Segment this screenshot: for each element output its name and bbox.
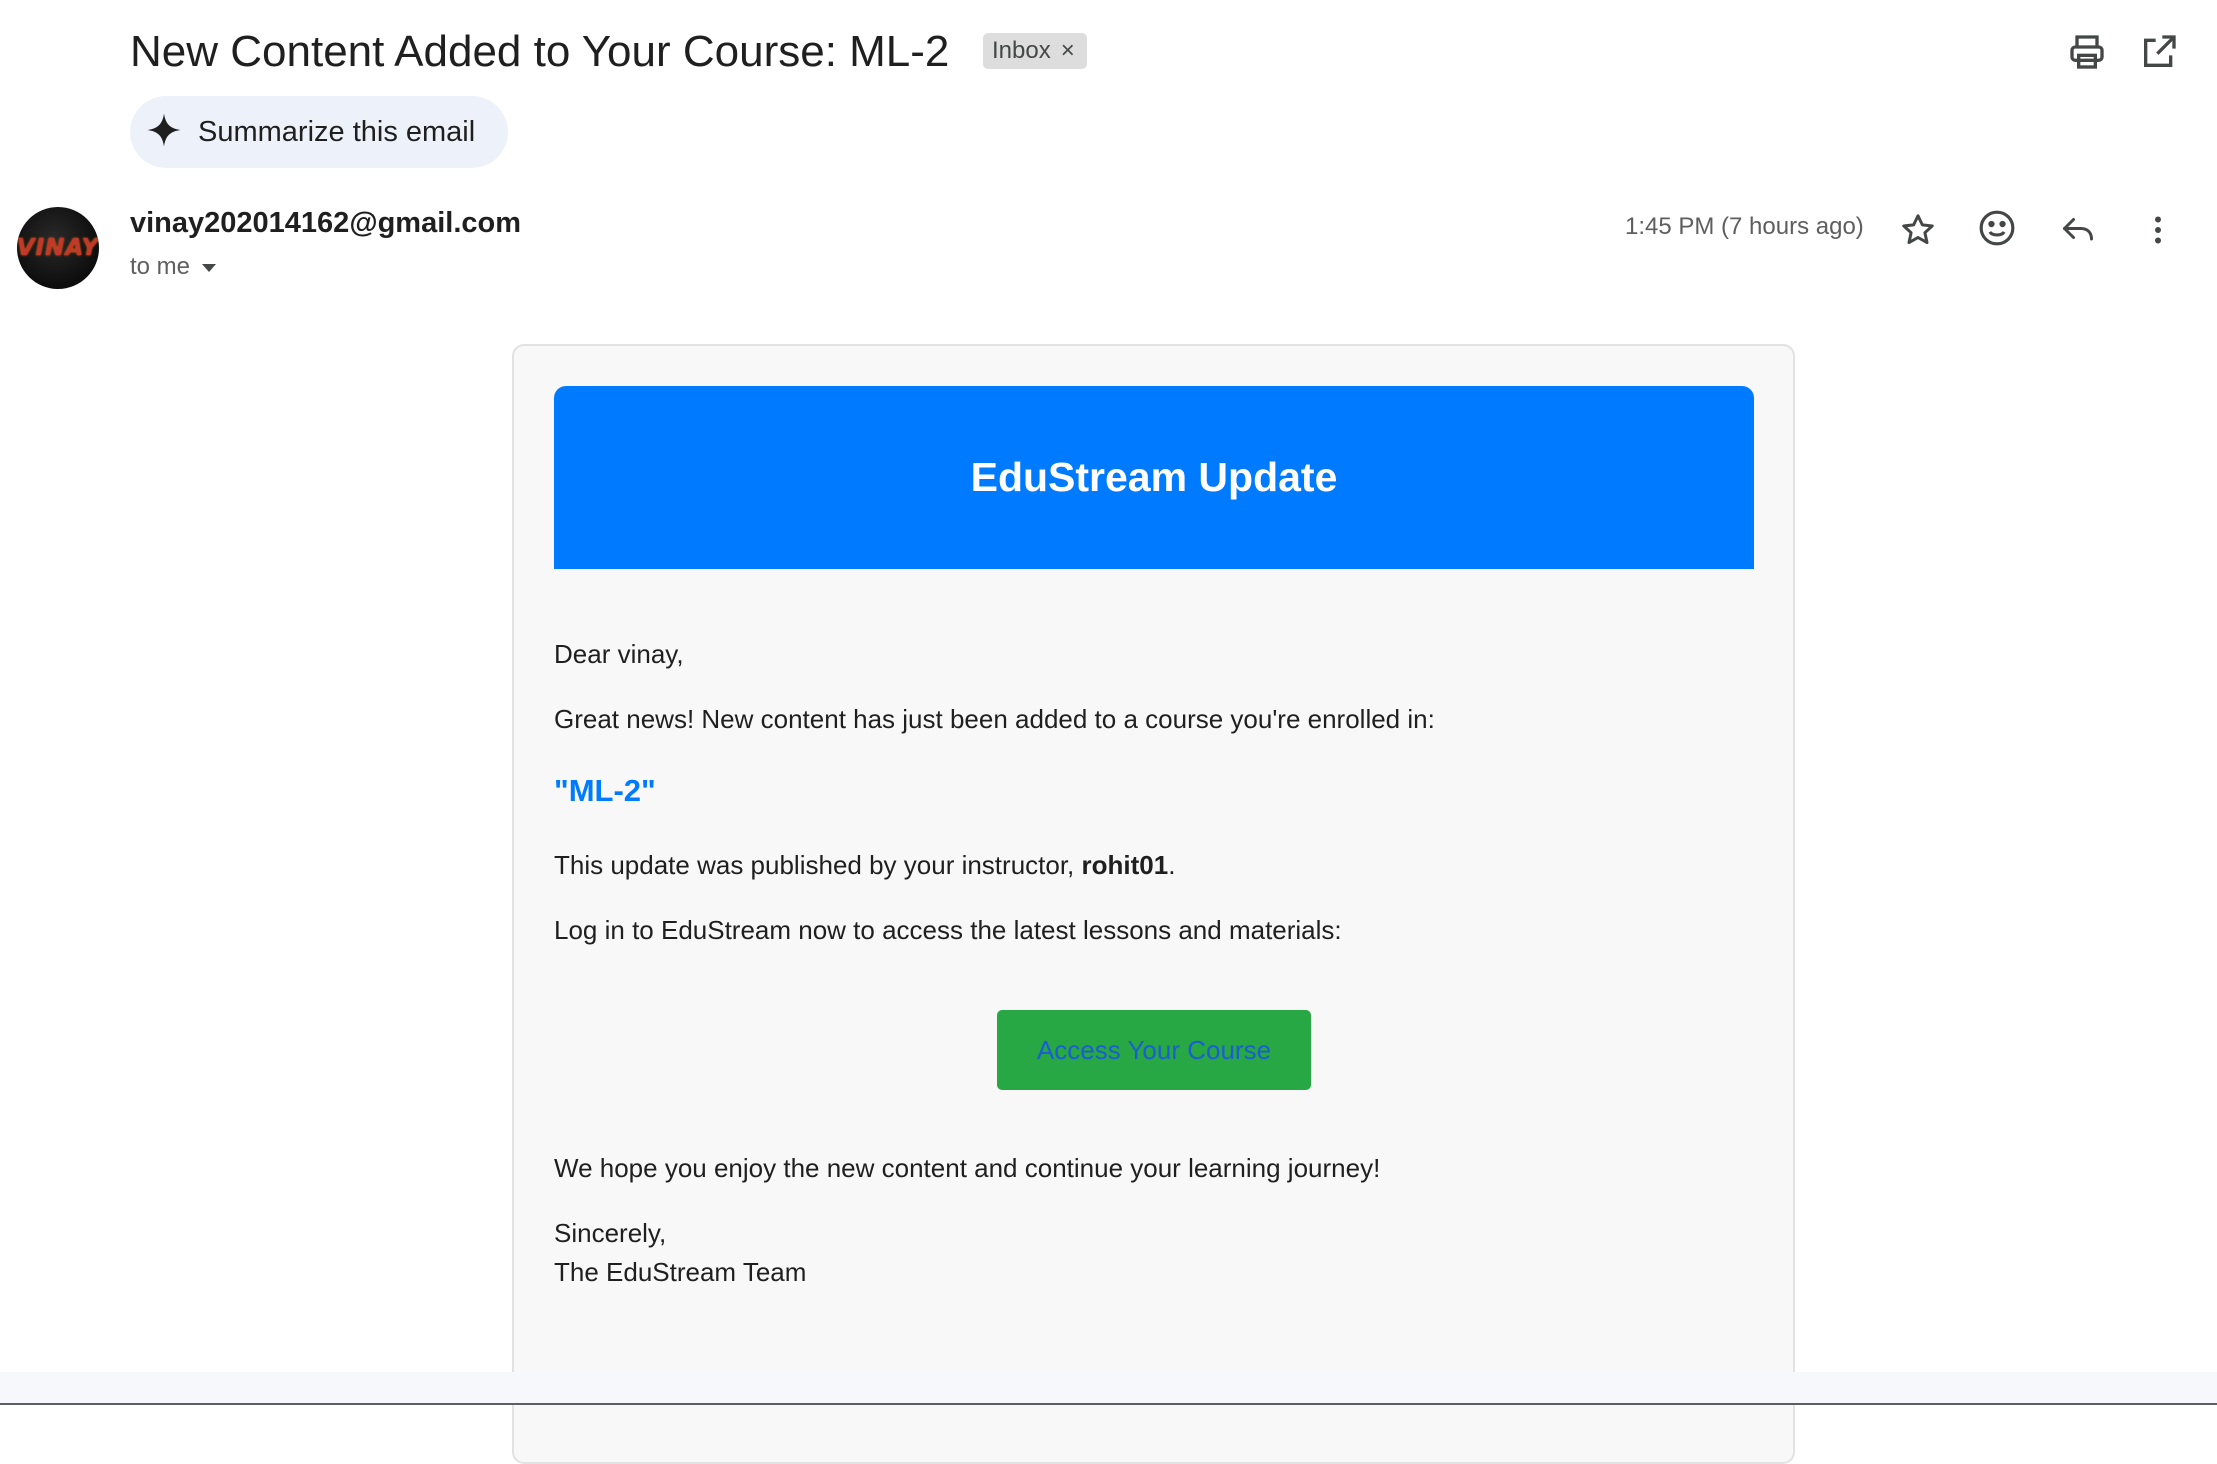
bottom-strip <box>0 1372 2217 1405</box>
closing-text: We hope you enjoy the new content and co… <box>554 1153 1381 1183</box>
caret-down-icon <box>200 253 218 281</box>
summarize-email-label: Summarize this email <box>198 115 476 148</box>
sender-avatar[interactable]: VINAY <box>17 207 99 289</box>
instructor-name: rohit01 <box>1081 850 1169 880</box>
star-icon[interactable] <box>1895 207 1941 253</box>
team-signature: The EduStream Team <box>554 1257 807 1287</box>
edustream-banner: EduStream Update <box>554 386 1754 569</box>
publisher-prefix: This update was published by your instru… <box>554 850 1082 880</box>
inbox-label-chip[interactable]: Inbox × <box>983 33 1087 69</box>
signoff-text: Sincerely, <box>554 1218 667 1248</box>
reply-icon[interactable] <box>2055 207 2101 253</box>
recipient-label: to me <box>130 253 191 280</box>
summarize-email-button[interactable]: Summarize this email <box>130 96 508 168</box>
inbox-label-text: Inbox <box>992 37 1051 64</box>
greeting-text: Dear vinay, <box>554 639 684 669</box>
recipient-details-toggle[interactable]: to me <box>130 253 218 281</box>
remove-label-icon[interactable]: × <box>1061 37 1075 65</box>
more-vertical-icon[interactable] <box>2135 207 2181 253</box>
access-course-button[interactable]: Access Your Course <box>997 1010 1311 1090</box>
login-prompt-text: Log in to EduStream now to access the la… <box>554 915 1342 945</box>
print-icon[interactable] <box>2067 32 2107 72</box>
sender-email[interactable]: vinay202014162@gmail.com <box>130 207 521 240</box>
email-timestamp: 1:45 PM (7 hours ago) <box>1625 213 1864 240</box>
sparkle-icon <box>146 112 182 153</box>
banner-title: EduStream Update <box>970 454 1338 500</box>
email-subject: New Content Added to Your Course: ML-2 <box>130 27 950 76</box>
access-course-label: Access Your Course <box>1036 1034 1272 1065</box>
emoji-icon[interactable] <box>1974 205 2020 251</box>
intro-text: Great news! New content has just been ad… <box>554 704 1435 734</box>
avatar-logo-text: VINAY <box>17 235 99 261</box>
publisher-suffix: . <box>1168 850 1176 880</box>
open-in-new-window-icon[interactable] <box>2139 32 2179 72</box>
publisher-line: This update was published by your instru… <box>554 847 1175 883</box>
course-name: "ML-2" <box>554 773 656 808</box>
